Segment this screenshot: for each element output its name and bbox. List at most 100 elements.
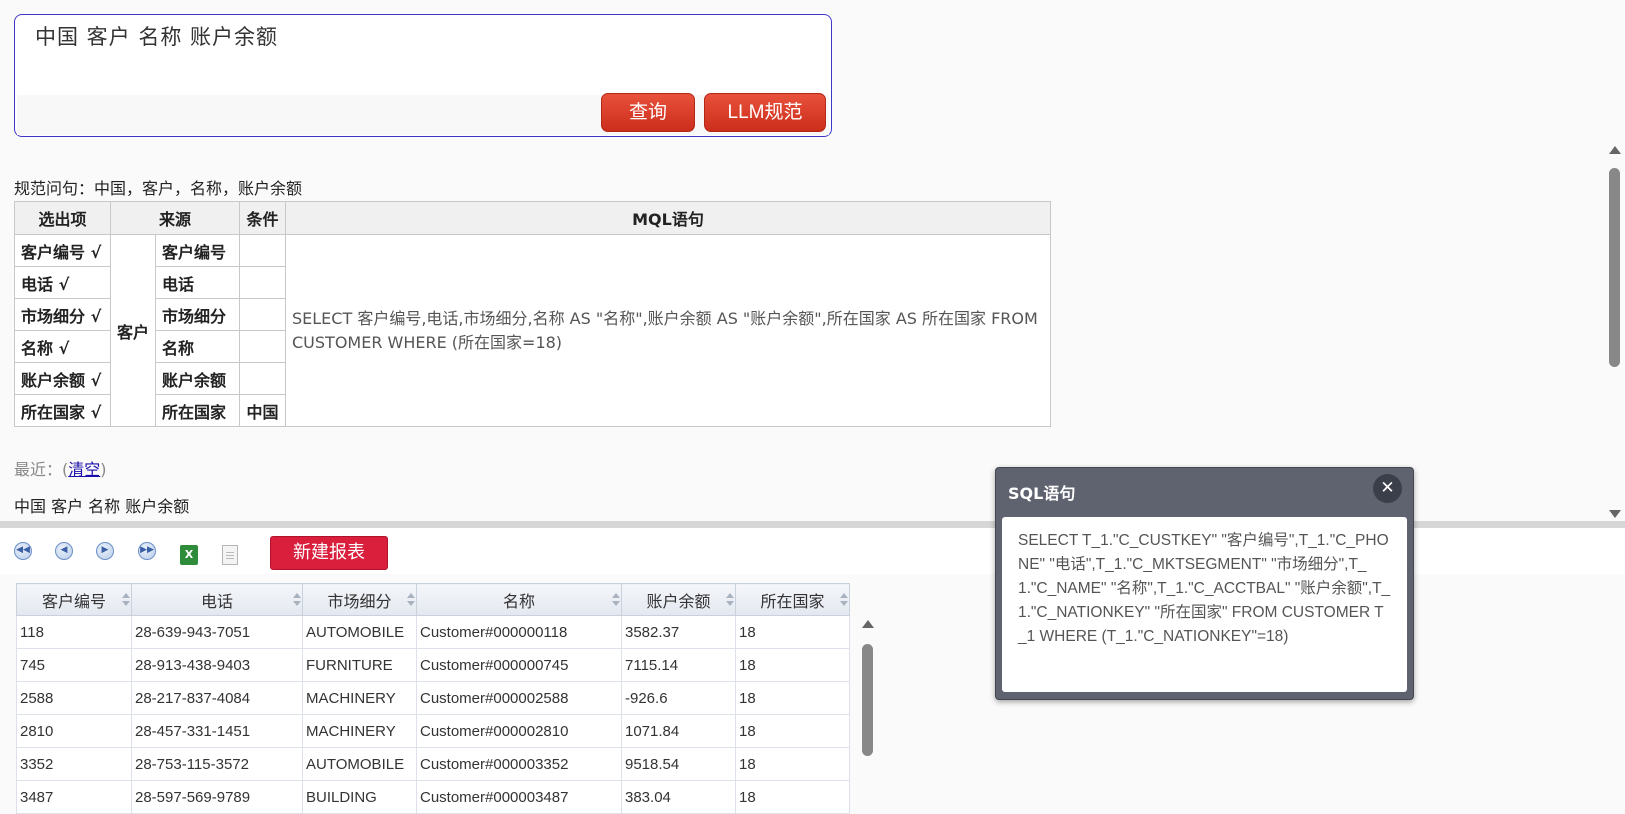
query-input[interactable]: 中国 客户 名称 账户余额 bbox=[35, 21, 278, 51]
mql-table: 选出项 来源 条件 MQL语句 客户编号 √ 客户 客户编号 SELECT 客户… bbox=[14, 201, 1051, 427]
table-cell: 1071.84 bbox=[621, 714, 736, 748]
table-cell: 28-639-943-7051 bbox=[131, 615, 303, 649]
table-cell: 28-913-438-9403 bbox=[131, 648, 303, 682]
scroll-thumb[interactable] bbox=[862, 644, 873, 756]
column-header[interactable]: 市场细分 bbox=[302, 583, 417, 616]
table-cell: 2810 bbox=[16, 714, 132, 748]
condition-cell bbox=[239, 362, 286, 395]
table-cell: MACHINERY bbox=[302, 681, 417, 715]
column-header[interactable]: 所在国家 bbox=[735, 583, 850, 616]
condition-cell bbox=[239, 330, 286, 363]
new-report-button[interactable]: 新建报表 bbox=[270, 536, 388, 570]
table-row[interactable]: 2588 28-217-837-4084 MACHINERY Customer#… bbox=[16, 681, 850, 715]
table-cell: MACHINERY bbox=[302, 714, 417, 748]
grid-scrollbar[interactable] bbox=[861, 620, 875, 760]
column-header[interactable]: 电话 bbox=[131, 583, 303, 616]
sql-statement: SELECT T_1."C_CUSTKEY" "客户编号",T_1."C_PHO… bbox=[1002, 517, 1407, 692]
select-item[interactable]: 所在国家 √ bbox=[14, 394, 111, 427]
table-cell: 383.04 bbox=[621, 780, 736, 814]
table-cell: Customer#000003487 bbox=[416, 780, 622, 814]
table-cell: 28-457-331-1451 bbox=[131, 714, 303, 748]
scroll-up-arrow-icon[interactable] bbox=[1609, 146, 1621, 154]
condition-cell: 中国 bbox=[239, 394, 286, 427]
document-icon[interactable] bbox=[222, 545, 238, 565]
table-cell: Customer#000002588 bbox=[416, 681, 622, 715]
query-button[interactable]: 查询 bbox=[601, 93, 695, 132]
select-item[interactable]: 名称 √ bbox=[14, 330, 111, 363]
table-cell: Customer#000000745 bbox=[416, 648, 622, 682]
source-field: 市场细分 bbox=[155, 298, 240, 331]
table-cell: 3582.37 bbox=[621, 615, 736, 649]
table-cell: 28-753-115-3572 bbox=[131, 747, 303, 781]
table-cell: 118 bbox=[16, 615, 132, 649]
column-header[interactable]: 账户余额 bbox=[621, 583, 736, 616]
table-cell: -926.6 bbox=[621, 681, 736, 715]
header-mql: MQL语句 bbox=[285, 201, 1051, 235]
query-box[interactable]: 中国 客户 名称 账户余额 查询 LLM规范 bbox=[14, 14, 832, 137]
scroll-thumb[interactable] bbox=[1609, 168, 1620, 367]
header-source: 来源 bbox=[110, 201, 240, 235]
source-field: 所在国家 bbox=[155, 394, 240, 427]
column-header[interactable]: 客户编号 bbox=[16, 583, 132, 616]
table-cell: 18 bbox=[735, 714, 850, 748]
mql-statement: SELECT 客户编号,电话,市场细分,名称 AS "名称",账户余额 AS "… bbox=[285, 234, 1051, 427]
last-page-icon[interactable]: ▶▶ bbox=[138, 542, 156, 560]
close-icon[interactable]: ✕ bbox=[1373, 474, 1402, 503]
source-field: 名称 bbox=[155, 330, 240, 363]
normalized-question: 规范问句：中国，客户，名称，账户余额 bbox=[14, 175, 302, 199]
excel-export-icon[interactable]: X bbox=[180, 545, 198, 565]
table-row[interactable]: 745 28-913-438-9403 FURNITURE Customer#0… bbox=[16, 648, 850, 682]
top-panel-scrollbar[interactable] bbox=[1608, 146, 1622, 520]
table-cell: 3487 bbox=[16, 780, 132, 814]
history-item[interactable]: 中国 客户 名称 账户余额 bbox=[14, 493, 189, 517]
table-cell: 28-217-837-4084 bbox=[131, 681, 303, 715]
select-item[interactable]: 市场细分 √ bbox=[14, 298, 111, 331]
condition-cell bbox=[239, 266, 286, 299]
table-row[interactable]: 3487 28-597-569-9789 BUILDING Customer#0… bbox=[16, 780, 850, 814]
table-cell: 18 bbox=[735, 615, 850, 649]
table-cell: 745 bbox=[16, 648, 132, 682]
condition-cell bbox=[239, 298, 286, 331]
table-cell: Customer#000002810 bbox=[416, 714, 622, 748]
source-field: 电话 bbox=[155, 266, 240, 299]
column-header[interactable]: 名称 bbox=[416, 583, 622, 616]
source-field: 客户编号 bbox=[155, 234, 240, 267]
select-item[interactable]: 电话 √ bbox=[14, 266, 111, 299]
scroll-down-arrow-icon[interactable] bbox=[1609, 510, 1621, 518]
table-cell: 9518.54 bbox=[621, 747, 736, 781]
select-item[interactable]: 客户编号 √ bbox=[14, 234, 111, 267]
table-cell: 18 bbox=[735, 648, 850, 682]
table-cell: 18 bbox=[735, 747, 850, 781]
header-condition: 条件 bbox=[239, 201, 286, 235]
table-cell: 18 bbox=[735, 780, 850, 814]
table-cell: 28-597-569-9789 bbox=[131, 780, 303, 814]
table-row[interactable]: 118 28-639-943-7051 AUTOMOBILE Customer#… bbox=[16, 615, 850, 649]
prev-page-icon[interactable]: ◀ bbox=[55, 542, 73, 560]
table-cell: 2588 bbox=[16, 681, 132, 715]
table-cell: 18 bbox=[735, 681, 850, 715]
table-row[interactable]: 2810 28-457-331-1451 MACHINERY Customer#… bbox=[16, 714, 850, 748]
table-cell: 7115.14 bbox=[621, 648, 736, 682]
table-cell: Customer#000000118 bbox=[416, 615, 622, 649]
select-item[interactable]: 账户余额 √ bbox=[14, 362, 111, 395]
header-select-items: 选出项 bbox=[14, 201, 111, 235]
first-page-icon[interactable]: ◀◀ bbox=[14, 542, 32, 560]
sql-dialog: SQL语句 ✕ SELECT T_1."C_CUSTKEY" "客户编号",T_… bbox=[995, 467, 1414, 700]
recent-label: 最近：(清空) bbox=[14, 460, 107, 479]
clear-history-link[interactable]: 清空 bbox=[68, 460, 100, 479]
table-cell: AUTOMOBILE bbox=[302, 615, 417, 649]
result-grid: 客户编号 电话 市场细分 名称 账户余额 所在国家 118 28-639-943… bbox=[16, 583, 850, 814]
table-cell: AUTOMOBILE bbox=[302, 747, 417, 781]
normalized-text: 中国，客户，名称，账户余额 bbox=[94, 179, 303, 198]
next-page-icon[interactable]: ▶ bbox=[96, 542, 114, 560]
source-entity: 客户 bbox=[110, 234, 156, 427]
table-cell: 3352 bbox=[16, 747, 132, 781]
table-cell: BUILDING bbox=[302, 780, 417, 814]
normalized-label: 规范问句： bbox=[14, 179, 95, 198]
scroll-up-arrow-icon[interactable] bbox=[862, 620, 874, 628]
source-field: 账户余额 bbox=[155, 362, 240, 395]
llm-normalize-button[interactable]: LLM规范 bbox=[704, 93, 826, 132]
dialog-title: SQL语句 bbox=[1008, 484, 1076, 503]
table-cell: Customer#000003352 bbox=[416, 747, 622, 781]
table-row[interactable]: 3352 28-753-115-3572 AUTOMOBILE Customer… bbox=[16, 747, 850, 781]
